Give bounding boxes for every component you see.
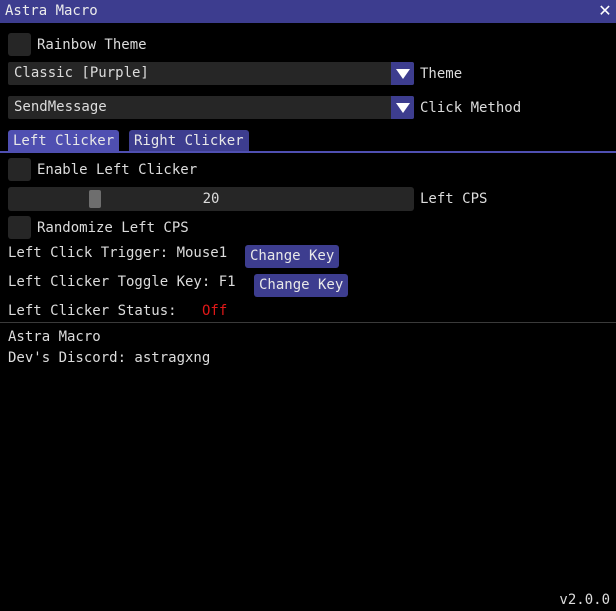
footer-separator xyxy=(0,322,616,323)
change-trigger-key-button[interactable]: Change Key xyxy=(245,245,340,268)
left-clicker-status-label: Left Clicker Status: xyxy=(8,303,177,319)
left-click-trigger-label: Left Click Trigger: Mouse1 xyxy=(8,245,228,261)
footer-app-name: Astra Macro xyxy=(8,329,101,345)
window-title: Astra Macro xyxy=(5,3,98,19)
rainbow-theme-checkbox[interactable] xyxy=(8,33,31,56)
left-clicker-toggle-key-label: Left Clicker Toggle Key: F1 xyxy=(8,274,236,290)
macro-window: Astra Macro ✕ Rainbow Theme Classic [Pur… xyxy=(0,0,616,611)
status-badge: Off xyxy=(202,303,228,319)
click-method-dropdown-value: SendMessage xyxy=(14,99,107,115)
theme-dropdown[interactable]: Classic [Purple] xyxy=(8,62,414,85)
enable-left-clicker-checkbox[interactable] xyxy=(8,158,31,181)
change-toggle-key-button[interactable]: Change Key xyxy=(254,274,349,297)
randomize-left-cps-label: Randomize Left CPS xyxy=(37,220,189,236)
chevron-down-icon[interactable] xyxy=(391,62,414,85)
title-bar[interactable]: Astra Macro ✕ xyxy=(0,0,616,23)
tab-underline xyxy=(0,151,616,153)
chevron-down-icon[interactable] xyxy=(391,96,414,119)
rainbow-theme-label: Rainbow Theme xyxy=(37,37,147,53)
left-cps-value: 20 xyxy=(202,191,220,207)
left-cps-label: Left CPS xyxy=(420,191,488,207)
tab-left-clicker[interactable]: Left Clicker xyxy=(8,130,120,153)
theme-label: Theme xyxy=(420,66,463,82)
close-icon[interactable]: ✕ xyxy=(597,0,613,22)
footer-discord: Dev's Discord: astragxng xyxy=(8,350,211,366)
tab-right-clicker[interactable]: Right Clicker xyxy=(129,130,249,153)
enable-left-clicker-label: Enable Left Clicker xyxy=(37,162,198,178)
click-method-label: Click Method xyxy=(420,100,522,116)
version-label: v2.0.0 xyxy=(559,592,610,608)
randomize-left-cps-checkbox[interactable] xyxy=(8,216,31,239)
theme-dropdown-value: Classic [Purple] xyxy=(14,65,149,81)
click-method-dropdown[interactable]: SendMessage xyxy=(8,96,414,119)
left-cps-slider[interactable]: 20 xyxy=(8,187,414,211)
